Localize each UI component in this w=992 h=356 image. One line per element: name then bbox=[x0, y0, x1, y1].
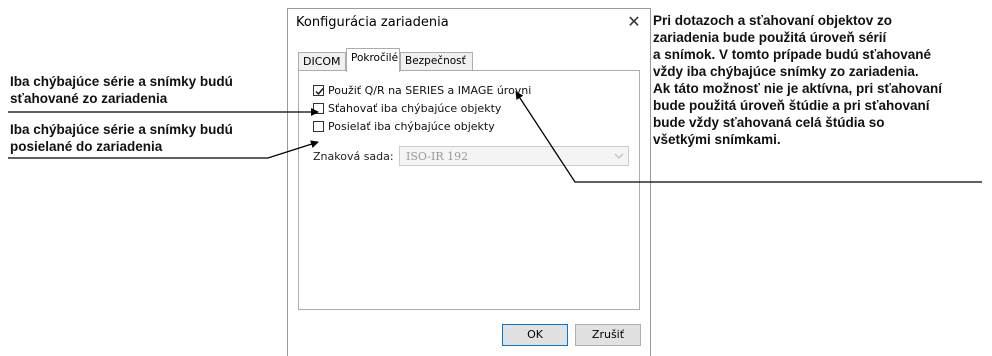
send-missing-label: Posielať iba chýbajúce objekty bbox=[328, 120, 495, 133]
download-missing-checkbox[interactable] bbox=[313, 103, 324, 114]
charset-select[interactable]: ISO-IR 192 bbox=[399, 146, 629, 166]
advanced-tab-panel: Použiť Q/R na SERIES a IMAGE úrovni Sťah… bbox=[298, 70, 640, 310]
charset-label: Znaková sada: bbox=[313, 150, 394, 163]
callout-qr-level: Pri dotazoch a sťahovaní objektov zo zar… bbox=[653, 13, 943, 147]
tab-security[interactable]: Bezpečnosť bbox=[400, 52, 473, 70]
callout-send-missing: Iba chýbajúce série a snímky budú posiel… bbox=[10, 122, 233, 154]
download-missing-label: Sťahovať iba chýbajúce objekty bbox=[328, 102, 502, 115]
charset-value: ISO-IR 192 bbox=[406, 150, 469, 163]
tab-advanced[interactable]: Pokročilé bbox=[346, 48, 400, 72]
send-missing-checkbox[interactable] bbox=[313, 121, 324, 132]
close-icon[interactable]: ✕ bbox=[620, 10, 648, 34]
checkmark-icon bbox=[315, 88, 324, 96]
ok-button[interactable]: OK bbox=[502, 324, 568, 346]
qr-label: Použiť Q/R na SERIES a IMAGE úrovni bbox=[328, 84, 532, 97]
chevron-down-icon bbox=[614, 153, 624, 159]
device-config-dialog: Konfigurácia zariadenia ✕ DICOM Pokročil… bbox=[287, 8, 651, 356]
dialog-title: Konfigurácia zariadenia bbox=[296, 15, 449, 30]
tab-dicom[interactable]: DICOM bbox=[298, 52, 346, 70]
callout-download-missing: Iba chýbajúce série a snímky budú sťahov… bbox=[10, 74, 233, 106]
title-bar: Konfigurácia zariadenia ✕ bbox=[288, 9, 650, 37]
qr-checkbox[interactable] bbox=[313, 85, 324, 96]
cancel-button[interactable]: Zrušiť bbox=[575, 324, 641, 346]
